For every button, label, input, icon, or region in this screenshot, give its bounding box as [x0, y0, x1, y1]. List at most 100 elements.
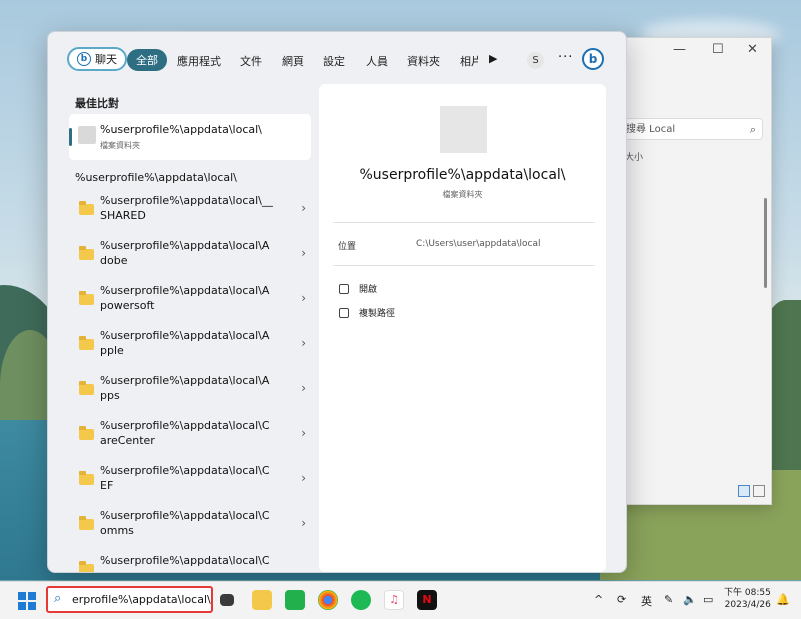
column-header-size[interactable]: 大小: [625, 150, 643, 163]
taskbar-search-input[interactable]: ⌕ erprofile%\appdata\local\: [46, 586, 213, 613]
chevron-right-icon[interactable]: ›: [301, 471, 306, 485]
folder-icon: [79, 246, 94, 260]
chevron-right-icon[interactable]: ›: [301, 201, 306, 215]
search-filter-bar: b 聊天 全部 應用程式 文件 網頁 設定 人員 資料夾 相片 ▶ S ··· …: [48, 32, 626, 88]
file-explorer-taskbar-icon[interactable]: [252, 590, 272, 610]
best-match-type: 檔案資料夾: [100, 141, 140, 150]
close-button[interactable]: ✕: [747, 42, 758, 57]
netflix-icon[interactable]: N: [417, 590, 437, 610]
list-item-label: %userprofile%\appdata\local\C: [100, 554, 270, 567]
location-value: C:\Users\user\appdata\local: [416, 239, 541, 249]
folder-icon: [79, 291, 94, 305]
bing-chat-icon[interactable]: b: [582, 48, 604, 70]
volume-icon[interactable]: 🔈: [683, 593, 697, 606]
location-label: 位置: [338, 242, 357, 252]
details-view-icon[interactable]: [738, 485, 750, 497]
list-item[interactable]: %userprofile%\appdata\local\A dobe ›: [75, 234, 311, 278]
show-hidden-icons-chevron-icon[interactable]: ^: [594, 593, 603, 606]
avatar[interactable]: S: [527, 52, 544, 69]
tab-apps[interactable]: 應用程式: [177, 53, 221, 69]
best-match-result[interactable]: %userprofile%\appdata\local\ 檔案資料夾: [69, 114, 311, 160]
chat-label: 聊天: [95, 53, 117, 66]
chevron-right-icon[interactable]: ›: [301, 291, 306, 305]
list-item[interactable]: %userprofile%\appdata\local\C EF ›: [75, 459, 311, 503]
sync-icon[interactable]: ⟳: [617, 593, 626, 606]
list-item-label-cont: pple: [100, 344, 124, 357]
list-item-label-cont: pps: [100, 389, 120, 402]
list-item-label: %userprofile%\appdata\local\__: [100, 194, 273, 207]
scrollbar[interactable]: [764, 198, 767, 288]
tab-settings[interactable]: 設定: [323, 53, 345, 69]
folder-results-heading: %userprofile%\appdata\local\: [75, 171, 237, 184]
list-item[interactable]: %userprofile%\appdata\local\C omms ›: [75, 504, 311, 548]
tab-folders[interactable]: 資料夾: [407, 53, 440, 69]
tab-web[interactable]: 網頁: [282, 53, 304, 69]
spotify-icon[interactable]: [351, 590, 371, 610]
task-view-icon[interactable]: [220, 594, 234, 606]
line-app-icon[interactable]: [285, 590, 305, 610]
copy-path-action[interactable]: 複製路徑: [339, 306, 395, 319]
list-item-label: %userprofile%\appdata\local\C: [100, 419, 270, 432]
list-item-label-cont: EF: [100, 479, 114, 492]
explorer-search-input[interactable]: 搜尋 Local ⌕: [621, 118, 763, 140]
folder-icon: [79, 426, 94, 440]
copy-path-label: 複製路徑: [359, 309, 396, 319]
chevron-right-icon[interactable]: ›: [301, 426, 306, 440]
folder-icon: [79, 201, 94, 215]
maximize-button[interactable]: ☐: [712, 42, 724, 57]
tiles-view-icon[interactable]: [753, 485, 765, 497]
tab-people[interactable]: 人員: [366, 53, 388, 69]
clock-time: 下午 08:55: [724, 588, 771, 598]
folder-icon: [79, 381, 94, 395]
itunes-icon[interactable]: ♫: [384, 590, 404, 610]
list-item[interactable]: %userprofile%\appdata\local\C areCenter …: [75, 414, 311, 458]
preview-subtitle: 檔案資料夾: [442, 190, 483, 199]
selection-indicator: [69, 128, 72, 146]
folder-icon: [79, 336, 94, 350]
best-match-heading: 最佳比對: [75, 97, 119, 110]
taskbar: ⌕ erprofile%\appdata\local\ ♫ N ^ ⟳ 英 ✎ …: [0, 581, 801, 619]
explorer-search-placeholder: 搜尋 Local: [626, 124, 676, 135]
pen-menu-icon[interactable]: ✎: [664, 593, 673, 606]
view-toggle[interactable]: [735, 485, 765, 500]
list-item-label: %userprofile%\appdata\local\A: [100, 239, 270, 252]
chrome-icon[interactable]: [318, 590, 338, 610]
folder-icon: [79, 471, 94, 485]
chevron-right-icon[interactable]: ›: [301, 336, 306, 350]
list-item-label-cont: dobe: [100, 254, 128, 267]
chat-button[interactable]: b 聊天: [67, 47, 127, 71]
bing-icon: b: [77, 52, 91, 66]
divider: [333, 222, 595, 223]
search-icon: ⌕: [749, 123, 756, 136]
open-action[interactable]: 開啟: [339, 282, 377, 295]
results-list: 最佳比對 %userprofile%\appdata\local\ 檔案資料夾 …: [48, 88, 318, 572]
open-action-label: 開啟: [359, 285, 378, 295]
tab-documents[interactable]: 文件: [240, 53, 262, 69]
tab-all[interactable]: 全部: [127, 49, 167, 71]
list-item[interactable]: %userprofile%\appdata\local\__ SHARED ›: [75, 189, 311, 233]
folder-icon: [79, 561, 94, 572]
notification-bell-icon[interactable]: 🔔: [776, 593, 790, 606]
chevron-right-icon[interactable]: ›: [301, 246, 306, 260]
clock[interactable]: 下午 08:55 2023/4/26: [724, 587, 771, 611]
list-item[interactable]: %userprofile%\appdata\local\A pple ›: [75, 324, 311, 368]
list-item-label-cont: powersoft: [100, 299, 155, 312]
input-method-indicator[interactable]: 英: [641, 593, 652, 609]
scroll-tabs-right-icon[interactable]: ▶: [489, 52, 497, 65]
best-match-name: %userprofile%\appdata\local\: [100, 123, 262, 136]
list-item[interactable]: %userprofile%\appdata\local\A pps ›: [75, 369, 311, 413]
folder-thumbnail-icon: [78, 126, 96, 144]
search-panel: b 聊天 全部 應用程式 文件 網頁 設定 人員 資料夾 相片 ▶ S ··· …: [47, 31, 627, 573]
list-item-label: %userprofile%\appdata\local\C: [100, 464, 270, 477]
chevron-right-icon[interactable]: ›: [301, 516, 306, 530]
list-item[interactable]: %userprofile%\appdata\local\A powersoft …: [75, 279, 311, 323]
windows-start-icon[interactable]: [18, 592, 36, 610]
battery-icon[interactable]: ▭: [703, 593, 713, 606]
list-item-label: %userprofile%\appdata\local\C: [100, 509, 270, 522]
more-options-icon[interactable]: ···: [558, 50, 573, 65]
list-item[interactable]: %userprofile%\appdata\local\C: [75, 549, 311, 572]
divider: [333, 265, 595, 266]
tab-photos[interactable]: 相片: [460, 53, 478, 69]
minimize-button[interactable]: —: [673, 42, 686, 57]
chevron-right-icon[interactable]: ›: [301, 381, 306, 395]
